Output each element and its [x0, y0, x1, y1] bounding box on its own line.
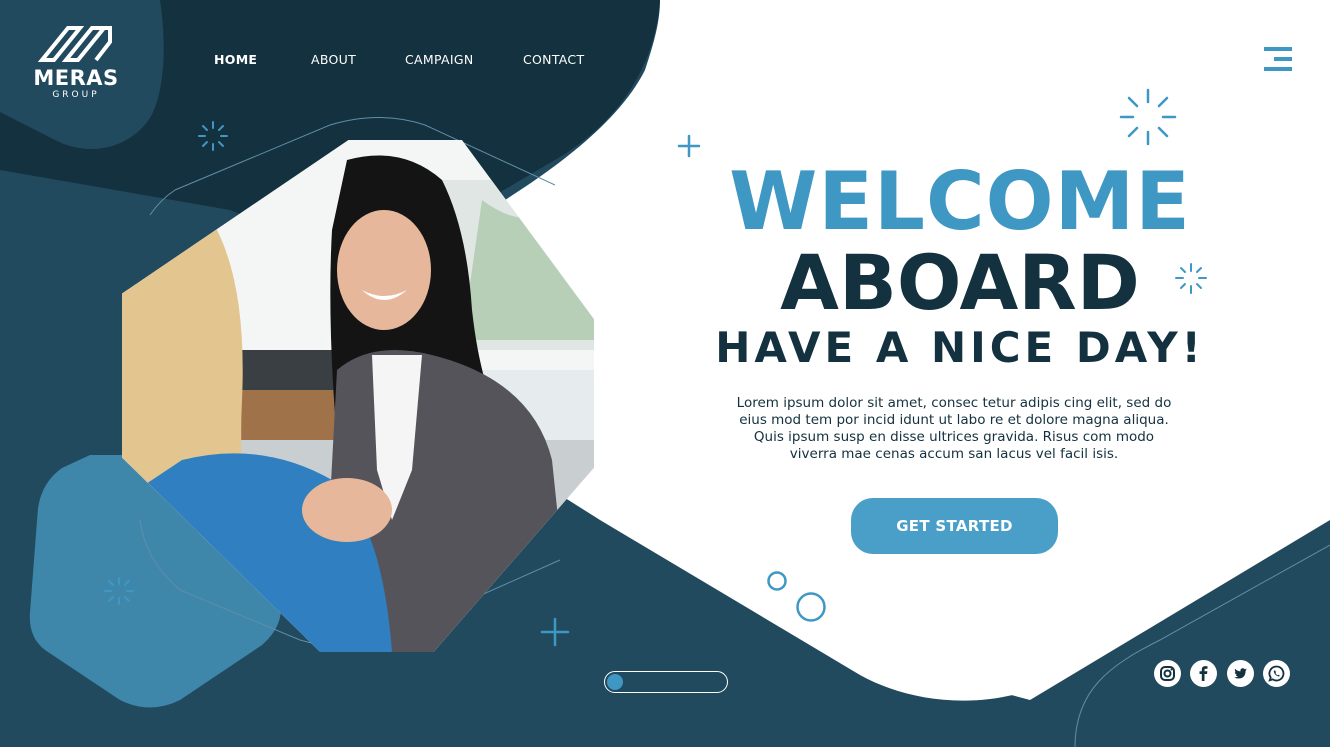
- landing-page: MERAS GROUP HOME ABOUT CAMPAIGN CONTACT: [0, 0, 1330, 747]
- hero-content: WELCOME ABOARD HAVE A NICE DAY!: [690, 160, 1230, 374]
- menu-bar-3: [1264, 67, 1292, 71]
- get-started-button[interactable]: GET STARTED: [851, 498, 1058, 554]
- hero-title-aboard: ABOARD: [780, 238, 1140, 327]
- instagram-icon[interactable]: [1154, 660, 1181, 687]
- nav-contact[interactable]: CONTACT: [523, 52, 584, 67]
- hero-subtitle: HAVE A NICE DAY!: [715, 323, 1205, 372]
- woman-face: [337, 210, 431, 330]
- nav-about[interactable]: ABOUT: [311, 52, 356, 67]
- brand-name: MERAS: [33, 66, 119, 90]
- logo-mark-icon: [38, 26, 112, 62]
- brand-logo[interactable]: MERAS GROUP: [24, 22, 128, 101]
- slide-progress[interactable]: [604, 671, 728, 693]
- menu-bar-1: [1264, 47, 1292, 51]
- twitter-icon[interactable]: [1227, 660, 1254, 687]
- slide-progress-knob[interactable]: [607, 674, 623, 690]
- facebook-icon[interactable]: [1190, 660, 1217, 687]
- nav-campaign[interactable]: CAMPAIGN: [405, 52, 473, 67]
- hero-title-welcome: WELCOME: [729, 155, 1191, 248]
- menu-bar-2: [1274, 57, 1292, 61]
- hand: [302, 478, 392, 542]
- whatsapp-icon[interactable]: [1263, 660, 1290, 687]
- brand-subtitle: GROUP: [52, 90, 100, 100]
- menu-icon[interactable]: [1262, 47, 1292, 71]
- hero-description: Lorem ipsum dolor sit amet, consec tetur…: [736, 395, 1172, 462]
- nav-home[interactable]: HOME: [214, 52, 257, 67]
